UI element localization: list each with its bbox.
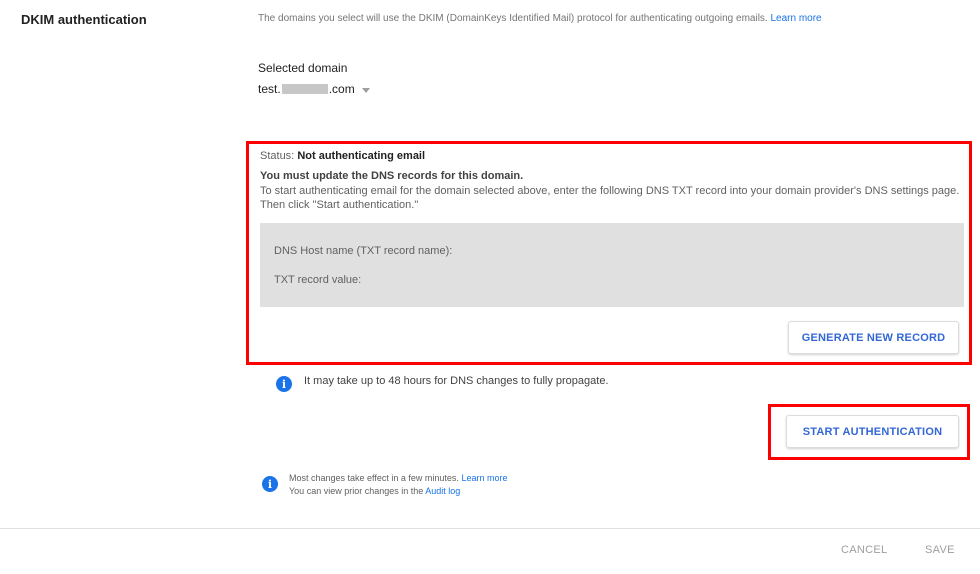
learn-more-link[interactable]: Learn more [770, 13, 821, 24]
selected-domain-label: Selected domain [258, 61, 348, 75]
dropdown-caret-icon [361, 87, 370, 93]
section-title: DKIM authentication [21, 12, 147, 27]
section-description: The domains you select will use the DKIM… [258, 13, 822, 24]
propagation-note: It may take up to 48 hours for DNS chang… [304, 375, 609, 387]
dns-record-panel: DNS Host name (TXT record name): TXT rec… [260, 223, 964, 307]
info-icon: i [262, 476, 278, 492]
start-authentication-button[interactable]: START AUTHENTICATION [786, 415, 959, 448]
learn-more-link[interactable]: Learn more [461, 473, 507, 483]
generate-new-record-button[interactable]: GENERATE NEW RECORD [788, 321, 959, 354]
info-icon: i [276, 376, 292, 392]
changes-note: Most changes take effect in a few minute… [289, 472, 507, 498]
domain-prefix: test. [258, 82, 281, 96]
domain-dropdown[interactable]: test. .com [258, 82, 370, 96]
redacted-domain-block [281, 84, 328, 94]
status-line: Status: Not authenticating email [260, 150, 425, 162]
changes-note-line2: You can view prior changes in the Audit … [289, 485, 507, 498]
cancel-button[interactable]: CANCEL [841, 544, 887, 556]
status-value: Not authenticating email [297, 150, 426, 162]
dns-instructions: To start authenticating email for the do… [260, 185, 960, 211]
save-button[interactable]: SAVE [925, 544, 955, 556]
dns-update-heading: You must update the DNS records for this… [260, 170, 524, 182]
audit-log-text: You can view prior changes in the [289, 486, 424, 496]
description-text: The domains you select will use the DKIM… [258, 13, 768, 24]
footer-divider [0, 528, 980, 529]
changes-note-line1: Most changes take effect in a few minute… [289, 472, 507, 485]
audit-log-link[interactable]: Audit log [425, 486, 460, 496]
txt-value-label: TXT record value: [274, 274, 362, 286]
changes-note-text: Most changes take effect in a few minute… [289, 473, 459, 483]
status-label: Status: [260, 150, 295, 162]
domain-suffix: .com [328, 82, 355, 96]
dns-host-label: DNS Host name (TXT record name): [274, 245, 453, 257]
